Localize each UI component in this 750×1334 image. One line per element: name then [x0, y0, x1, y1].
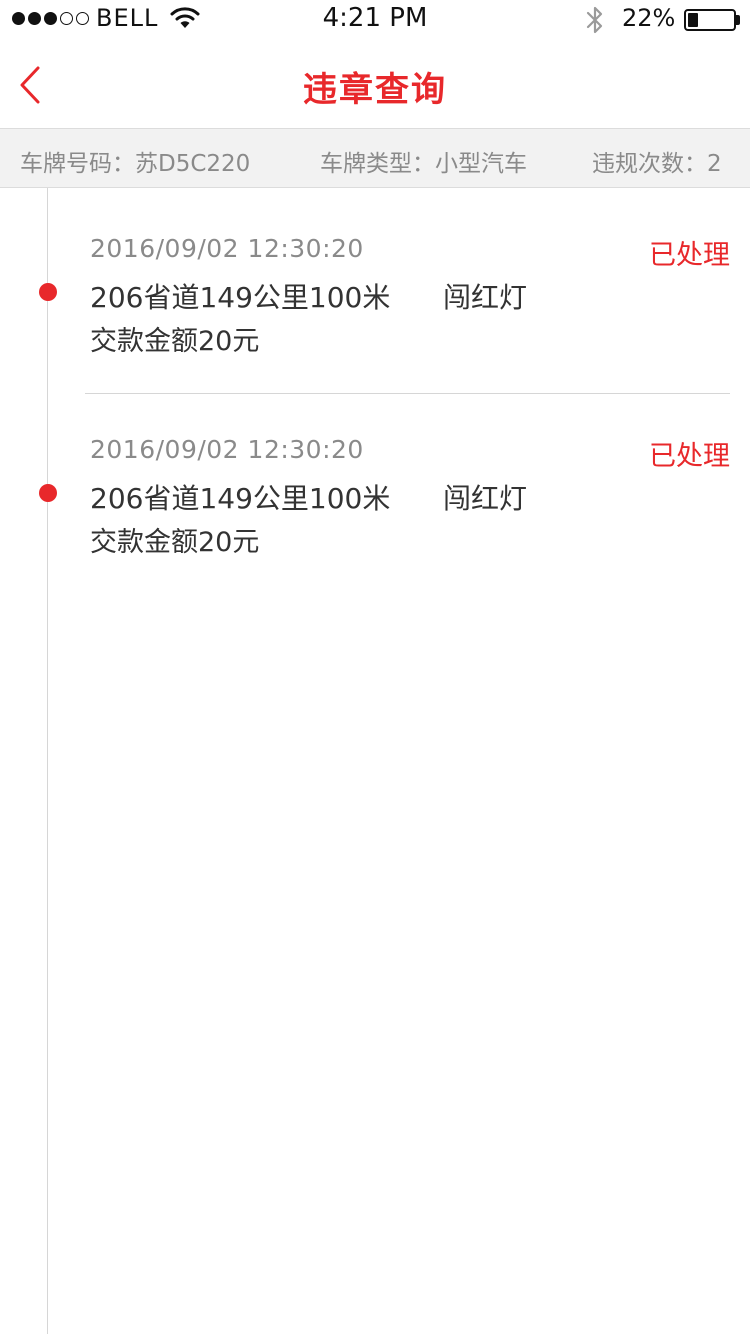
vehicle-type: 车牌类型：小型汽车	[320, 151, 527, 177]
navigation-bar: 违章查询	[0, 40, 750, 128]
record-fine: 交款金额20元	[90, 326, 260, 357]
battery-percent: 22%	[622, 4, 676, 32]
battery-icon	[684, 9, 736, 31]
record-violation-type: 闯红灯	[443, 281, 528, 314]
status-bar: BELL 4:21 PM 22%	[0, 0, 750, 40]
record-fine: 交款金额20元	[90, 527, 260, 558]
record-violation-type: 闯红灯	[443, 482, 528, 515]
timeline-dot	[39, 283, 57, 301]
battery-fill	[688, 13, 698, 27]
timeline-dot	[39, 484, 57, 502]
bluetooth-icon	[586, 6, 603, 34]
record-status: 已处理	[649, 441, 730, 472]
record-time: 2016/09/02 12:30:20	[90, 234, 364, 263]
record-location: 206省道149公里100米	[90, 482, 391, 515]
violation-record[interactable]: 2016/09/02 12:30:20 已处理 206省道149公里100米 闯…	[0, 389, 750, 589]
violation-record[interactable]: 2016/09/02 12:30:20 已处理 206省道149公里100米 闯…	[0, 188, 750, 394]
battery-tip	[736, 15, 740, 25]
record-time: 2016/09/02 12:30:20	[90, 435, 364, 464]
page-title: 违章查询	[303, 70, 447, 110]
record-status: 已处理	[649, 240, 730, 271]
violation-count: 违规次数：2	[592, 151, 722, 177]
vehicle-info-bar: 车牌号码：苏D5C220 车牌类型：小型汽车 违规次数：2	[0, 128, 750, 188]
plate-number: 车牌号码：苏D5C220	[20, 151, 251, 177]
record-location: 206省道149公里100米	[90, 281, 391, 314]
